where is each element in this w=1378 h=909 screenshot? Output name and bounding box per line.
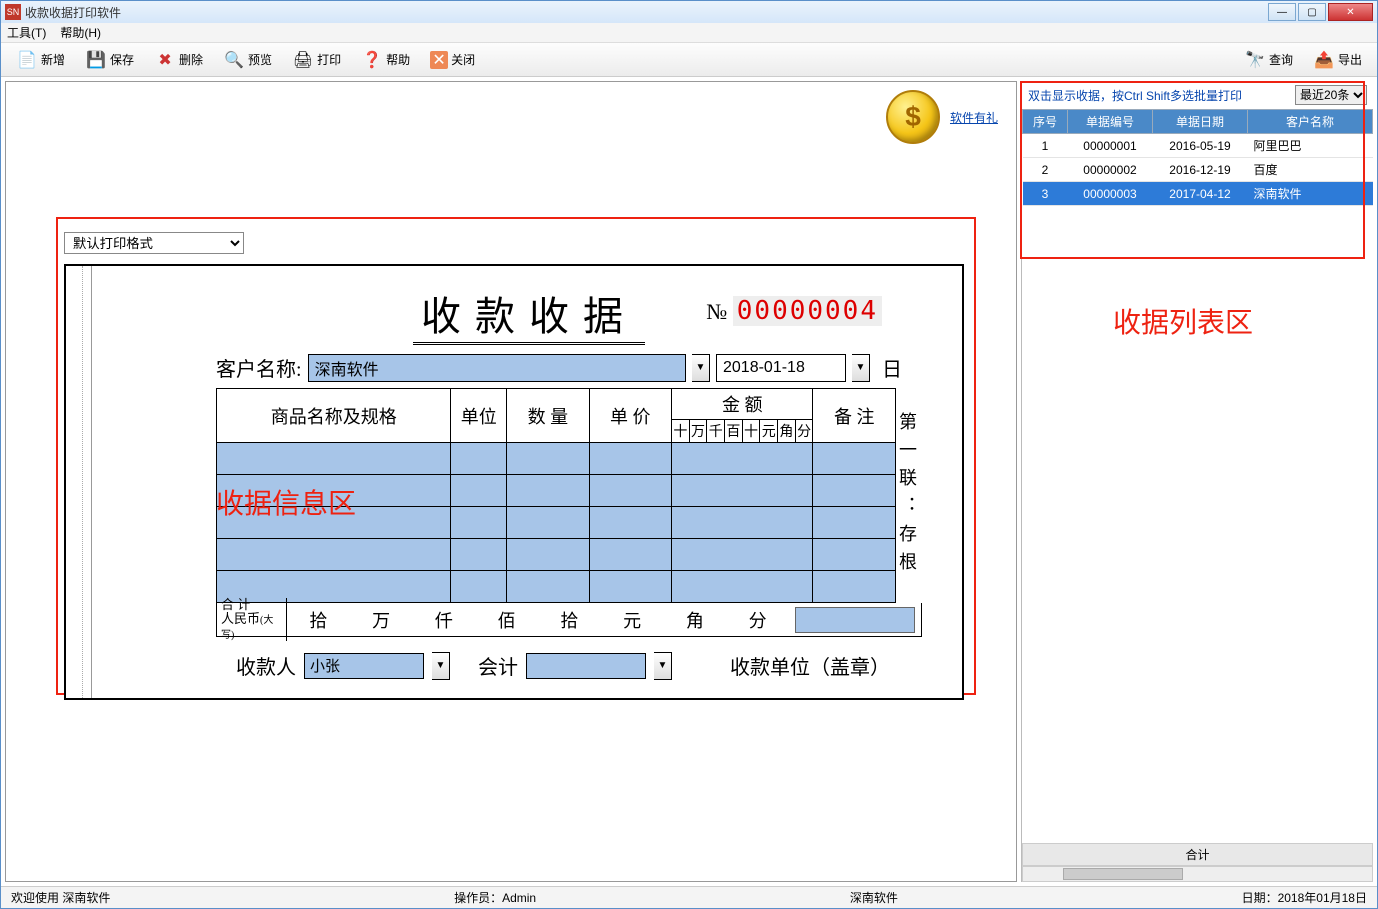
- save-icon: 💾: [85, 49, 107, 71]
- customer-input[interactable]: [308, 354, 686, 382]
- maximize-button[interactable]: ▢: [1298, 3, 1326, 21]
- delete-button[interactable]: ✖删除: [145, 45, 212, 75]
- delete-icon: ✖: [154, 49, 176, 71]
- coin-icon: $: [886, 90, 940, 144]
- receipt-number: 00000004: [733, 296, 882, 326]
- sum-amount[interactable]: [795, 607, 915, 633]
- receipt-number-row: № 00000004: [706, 296, 882, 326]
- close-window-button[interactable]: ✕: [1328, 3, 1373, 21]
- preview-icon: 🔍: [223, 49, 245, 71]
- customer-dropdown[interactable]: ▼: [692, 354, 710, 382]
- receipt-document: 收款收据 № 00000004 客户名称: ▼ ▼ 日: [64, 264, 964, 700]
- app-icon: SN: [5, 4, 21, 20]
- help-button[interactable]: ❓帮助: [352, 45, 419, 75]
- list-pane: 双击显示收据，按Ctrl Shift多选批量打印 最近20条 序号 单据编号 单…: [1021, 81, 1373, 882]
- status-welcome: 欢迎使用 深南软件: [11, 889, 110, 906]
- query-button[interactable]: 🔭查询: [1235, 45, 1302, 75]
- sum-row: 合 计人民币(大写) 拾万 仟佰 拾元 角分: [216, 603, 922, 637]
- list-sum: 合计: [1022, 843, 1373, 866]
- horizontal-scrollbar[interactable]: [1022, 866, 1373, 882]
- receipt-pane: $ 软件有礼 默认打印格式 收款收据 № 00000004: [5, 81, 1017, 882]
- payee-select[interactable]: [304, 653, 424, 679]
- date-input[interactable]: [716, 354, 846, 382]
- list-annotation-label: 收据列表区: [1113, 301, 1253, 341]
- accountant-select[interactable]: [526, 653, 646, 679]
- binoculars-icon: 🔭: [1244, 49, 1266, 71]
- close-icon: ✕: [430, 51, 448, 69]
- help-icon: ❓: [361, 49, 383, 71]
- accountant-dropdown[interactable]: ▼: [654, 652, 672, 680]
- copy-label: 第一联：存根: [896, 388, 922, 603]
- menu-tools[interactable]: 工具(T): [7, 24, 46, 41]
- window-title: 收款收据打印软件: [25, 4, 1268, 21]
- toolbar: 📄新增 💾保存 ✖删除 🔍预览 🖨打印 ❓帮助 ✕关闭 🔭查询 📤导出: [1, 43, 1377, 77]
- status-operator: 操作员：Admin: [454, 889, 536, 906]
- list-annotation-box: [1020, 81, 1365, 259]
- titlebar: SN 收款收据打印软件 — ▢ ✕: [1, 1, 1377, 23]
- close-button[interactable]: ✕关闭: [421, 47, 484, 73]
- export-button[interactable]: 📤导出: [1304, 45, 1371, 75]
- save-button[interactable]: 💾保存: [76, 45, 143, 75]
- print-format-select[interactable]: 默认打印格式: [64, 232, 244, 254]
- menubar: 工具(T) 帮助(H): [1, 23, 1377, 43]
- new-button[interactable]: 📄新增: [7, 45, 74, 75]
- minimize-button[interactable]: —: [1268, 3, 1296, 21]
- statusbar: 欢迎使用 深南软件 操作员：Admin 深南软件 日期：2018年01月18日: [1, 886, 1377, 908]
- print-icon: 🖨: [292, 49, 314, 71]
- info-annotation-label: 收据信息区: [216, 482, 356, 522]
- print-button[interactable]: 🖨打印: [283, 45, 350, 75]
- status-company: 深南软件: [850, 889, 898, 906]
- customer-label: 客户名称:: [216, 353, 302, 382]
- preview-button[interactable]: 🔍预览: [214, 45, 281, 75]
- menu-help[interactable]: 帮助(H): [60, 24, 101, 41]
- export-icon: 📤: [1313, 49, 1335, 71]
- receipt-title: 收款收据: [413, 284, 645, 345]
- new-icon: 📄: [16, 49, 38, 71]
- payee-dropdown[interactable]: ▼: [432, 652, 450, 680]
- date-dropdown[interactable]: ▼: [852, 354, 870, 382]
- ruler-vertical: [72, 266, 92, 698]
- gift-link[interactable]: 软件有礼: [950, 109, 998, 126]
- status-date: 日期：2018年01月18日: [1242, 889, 1367, 906]
